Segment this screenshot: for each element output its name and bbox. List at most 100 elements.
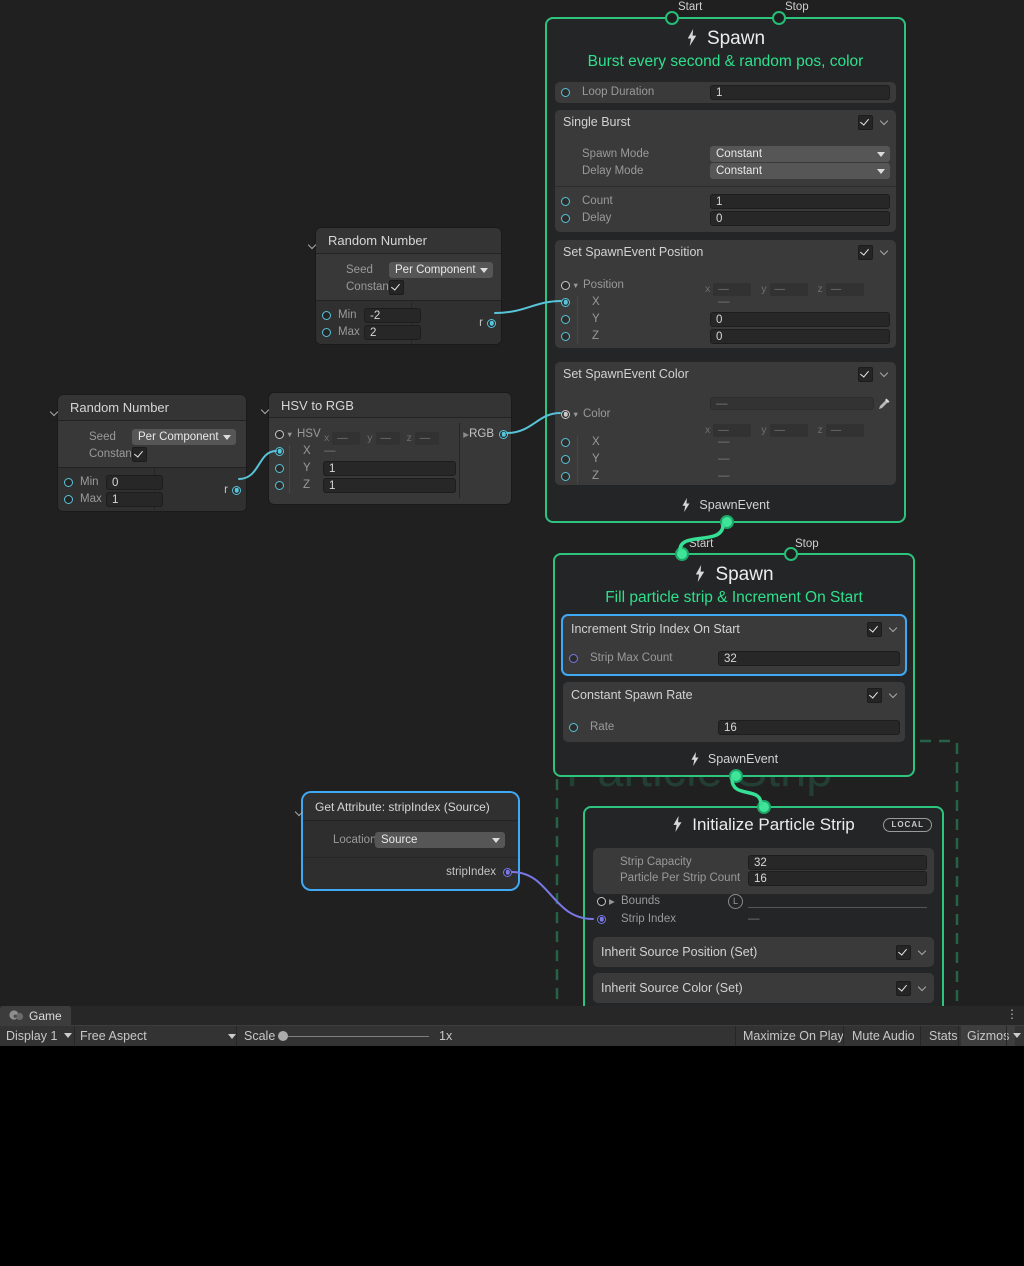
expander-down-icon[interactable]: ▼ [572, 277, 579, 294]
y-label: Y [592, 311, 600, 328]
stop-flow-port[interactable] [772, 11, 786, 25]
z-field[interactable]: 0 [710, 329, 890, 344]
bounds-field[interactable] [748, 907, 927, 908]
node-get-attribute-stripindex[interactable]: Get Attribute: stripIndex (Source) Locat… [303, 793, 518, 889]
block-title: Single Burst [563, 115, 630, 129]
y-field[interactable]: 1 [323, 461, 456, 476]
enabled-checkbox[interactable] [867, 688, 882, 703]
chevron-down-icon[interactable] [880, 370, 888, 378]
hsv-x-port[interactable] [275, 447, 284, 456]
chevron-down-icon[interactable] [880, 118, 888, 126]
chevron-down-icon[interactable] [50, 409, 58, 417]
seed-dropdown[interactable]: Per Component [132, 429, 236, 445]
count-port[interactable] [561, 197, 570, 206]
display-dropdown[interactable]: Display 1 [0, 1026, 78, 1046]
node-spawn-burst[interactable]: Start Stop Spawn Burst every second & ra… [545, 17, 906, 523]
chevron-down-icon[interactable] [295, 809, 303, 817]
rate-port[interactable] [569, 723, 578, 732]
loop-duration-field[interactable]: 1 [710, 85, 890, 100]
particle-per-strip-field[interactable]: 16 [748, 871, 927, 886]
node-spawn-strip[interactable]: Start Stop Spawn Fill particle strip & I… [553, 553, 915, 777]
constant-checkbox-unchecked[interactable] [389, 280, 404, 295]
node-hsv-to-rgb[interactable]: HSV to RGB ▼ HSV x— y— z— X— Y1 Z1 ▶ RGB [268, 392, 512, 505]
start-flow-port[interactable] [665, 11, 679, 25]
enabled-checkbox[interactable] [858, 115, 873, 130]
enabled-checkbox[interactable] [896, 945, 911, 960]
block-title: Set SpawnEvent Position [563, 245, 703, 259]
mute-audio-button[interactable]: Mute Audio [846, 1026, 921, 1046]
color-y-port[interactable] [561, 455, 570, 464]
strip-index-port[interactable] [597, 915, 606, 924]
chevron-down-icon[interactable] [880, 248, 888, 256]
set-spawnevent-color-block[interactable]: Set SpawnEvent Color — ▼ Color x— y— z— … [555, 362, 896, 485]
maximize-on-play-button[interactable]: Maximize On Play [737, 1026, 850, 1046]
color-x-port[interactable] [561, 438, 570, 447]
input-flow-port[interactable] [757, 800, 771, 814]
scale-slider-track[interactable] [283, 1036, 429, 1037]
increment-strip-index-block[interactable]: Increment Strip Index On Start Strip Max… [563, 616, 905, 674]
node-random-number-1[interactable]: Random Number SeedPer Component Constant… [315, 227, 502, 345]
stop-flow-port[interactable] [784, 547, 798, 561]
delay-mode-dropdown[interactable]: Constant [710, 163, 890, 179]
position-y-port[interactable] [561, 315, 570, 324]
node-initialize-particle-strip[interactable]: Initialize Particle Strip LOCAL Strip Ca… [583, 806, 944, 1006]
location-dropdown[interactable]: Source [375, 832, 505, 848]
color-z-port[interactable] [561, 472, 570, 481]
position-x-port[interactable] [561, 298, 570, 307]
r-output-port[interactable] [487, 319, 496, 328]
spawn-mode-dropdown[interactable]: Constant [710, 146, 890, 162]
y-field[interactable]: 0 [710, 312, 890, 327]
chevron-down-icon[interactable] [889, 625, 897, 633]
chevron-down-icon[interactable] [308, 242, 316, 250]
dropdown-arrow-icon [1013, 1033, 1021, 1038]
position-label: Position [583, 277, 624, 294]
tab-game[interactable]: Game [0, 1006, 71, 1025]
node-random-number-2[interactable]: Random Number SeedPer Component Constant… [57, 394, 247, 512]
node-title: Spawn [547, 19, 904, 50]
stripindex-output-port[interactable] [503, 868, 512, 877]
expander-right-icon[interactable]: ▶ [609, 893, 615, 910]
seed-dropdown[interactable]: Per Component [389, 262, 493, 278]
hsv-z-port[interactable] [275, 481, 284, 490]
rate-field[interactable]: 16 [718, 720, 900, 735]
delay-port[interactable] [561, 214, 570, 223]
enabled-checkbox[interactable] [867, 622, 882, 637]
set-spawnevent-position-block[interactable]: Set SpawnEvent Position ▼ Position x— y—… [555, 240, 896, 348]
spawnevent-output-port[interactable] [729, 769, 743, 783]
inherit-source-color-block[interactable]: Inherit Source Color (Set) [593, 973, 934, 1003]
graph-canvas[interactable]: Particle Strip Start Stop Spawn Burst ev… [0, 0, 1024, 1006]
enabled-checkbox[interactable] [858, 245, 873, 260]
delay-field[interactable]: 0 [710, 211, 890, 226]
strip-capacity-field[interactable]: 32 [748, 855, 927, 870]
constant-checkbox-unchecked[interactable] [132, 447, 147, 462]
single-burst-block[interactable]: Single Burst Spawn ModeConstant Delay Mo… [555, 110, 896, 232]
position-z-port[interactable] [561, 332, 570, 341]
constant-spawn-rate-block[interactable]: Constant Spawn Rate Rate16 [563, 682, 905, 742]
enabled-checkbox[interactable] [896, 981, 911, 996]
strip-max-count-field[interactable]: 32 [718, 651, 900, 666]
local-space-badge[interactable]: LOCAL [883, 818, 932, 832]
r-output-port[interactable] [232, 486, 241, 495]
loop-duration-port[interactable] [561, 88, 570, 97]
chevron-down-icon[interactable] [918, 948, 926, 956]
hsv-y-port[interactable] [275, 464, 284, 473]
bounds-port[interactable] [597, 897, 606, 906]
scale-slider-handle[interactable] [278, 1031, 288, 1041]
local-space-icon[interactable]: L [728, 894, 743, 909]
location-label: Location [333, 832, 376, 849]
chevron-down-icon[interactable] [889, 691, 897, 699]
rgb-output-port[interactable] [499, 430, 508, 439]
chevron-down-icon[interactable] [261, 407, 269, 415]
start-flow-port[interactable] [675, 547, 689, 561]
spawnevent-output-port[interactable] [720, 515, 734, 529]
strip-max-count-port[interactable] [569, 654, 578, 663]
z-field[interactable]: 1 [323, 478, 456, 493]
gizmos-dropdown-arrow[interactable] [1007, 1026, 1024, 1046]
enabled-checkbox[interactable] [858, 367, 873, 382]
position-port[interactable] [561, 281, 570, 290]
kebab-menu-icon[interactable]: ⋮ [1006, 1007, 1018, 1021]
count-field[interactable]: 1 [710, 194, 890, 209]
aspect-dropdown[interactable]: Free Aspect [74, 1026, 242, 1046]
inherit-source-position-block[interactable]: Inherit Source Position (Set) [593, 937, 934, 967]
chevron-down-icon[interactable] [918, 984, 926, 992]
